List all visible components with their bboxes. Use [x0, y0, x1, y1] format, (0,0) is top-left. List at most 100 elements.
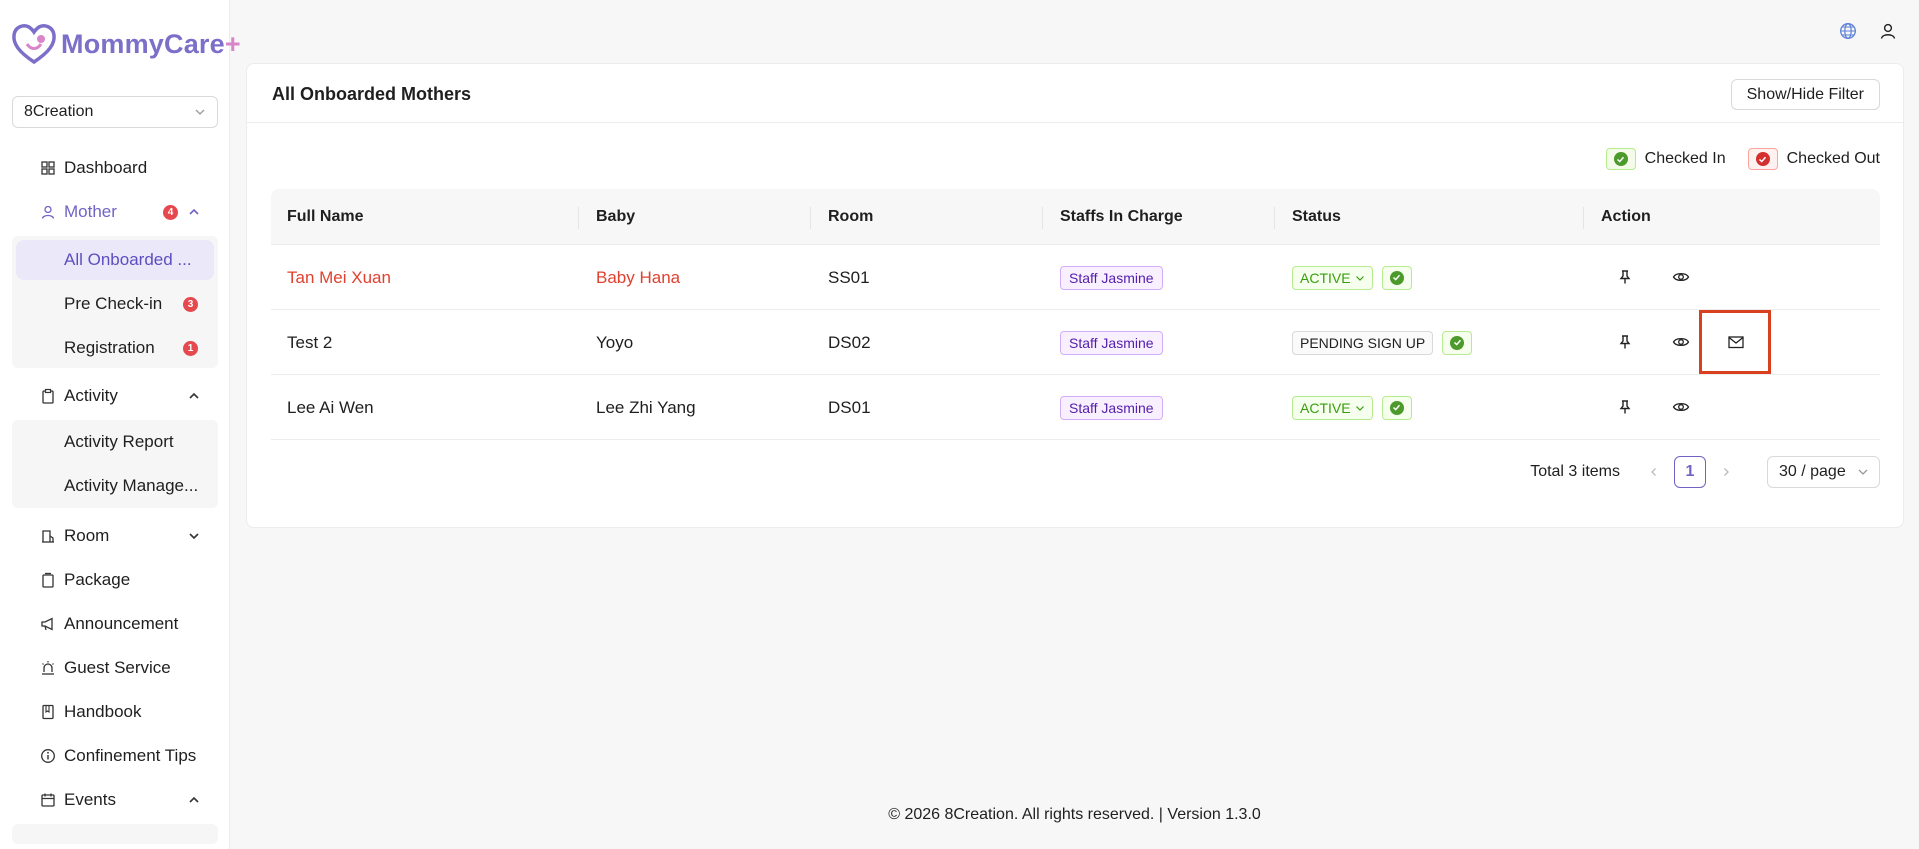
mother-name-link[interactable]: Test 2 — [271, 310, 332, 375]
column-divider — [810, 207, 811, 229]
baby-name-link[interactable]: Yoyo — [580, 310, 633, 375]
checked-out-swatch — [1747, 148, 1778, 170]
column-header-baby[interactable]: Baby — [580, 189, 635, 245]
org-select-value: 8Creation — [24, 103, 94, 120]
column-header-full-name[interactable]: Full Name — [271, 189, 363, 245]
chevron-down-icon — [1355, 275, 1364, 281]
pin-icon[interactable] — [1616, 398, 1634, 416]
check-circle-icon — [1389, 400, 1404, 415]
book-icon — [42, 704, 54, 720]
mother-name-link[interactable]: Tan Mei Xuan — [271, 245, 391, 310]
column-divider — [578, 207, 579, 229]
show-hide-filter-button[interactable]: Show/Hide Filter — [1730, 79, 1880, 110]
page-button[interactable]: 1 — [1674, 456, 1706, 488]
pin-icon[interactable] — [1616, 268, 1634, 286]
chevron-down-icon — [1355, 405, 1364, 411]
room-icon — [42, 530, 54, 543]
sidebar-item-label: Handbook — [64, 702, 142, 721]
mail-icon[interactable] — [1727, 333, 1745, 351]
chevron-up-icon — [189, 392, 199, 399]
mother-name-link[interactable]: Lee Ai Wen — [271, 375, 374, 440]
eye-icon[interactable] — [1672, 398, 1690, 416]
mother-submenu: All Onboarded ... Pre Check-in 3 Registr… — [12, 236, 218, 368]
org-select[interactable]: 8Creation — [12, 96, 218, 128]
globe-icon[interactable] — [1839, 22, 1857, 40]
sidebar-item-label: Announcement — [64, 614, 179, 633]
pre-check-in-badge: 3 — [183, 296, 198, 312]
status-label: ACTIVE — [1300, 399, 1351, 416]
table-row: Test 2 Yoyo DS02 Staff Jasmine PENDING S… — [271, 310, 1880, 375]
logo-heart-icon — [12, 24, 56, 65]
events-submenu — [12, 824, 218, 844]
sidebar-item-package[interactable]: Package — [12, 560, 218, 600]
sidebar-item-pre-check-in[interactable]: Pre Check-in 3 — [16, 284, 214, 324]
sidebar-item-activity-report[interactable]: Activity Report — [16, 422, 214, 462]
column-header-room[interactable]: Room — [812, 189, 873, 245]
baby-name-link[interactable]: Baby Hana — [580, 245, 680, 310]
calendar-icon — [41, 793, 55, 807]
sidebar-item-announcement[interactable]: Announcement — [12, 604, 218, 644]
eye-icon[interactable] — [1672, 333, 1690, 351]
eye-icon[interactable] — [1672, 268, 1690, 286]
sidebar-item-confinement-tips[interactable]: Confinement Tips — [12, 736, 218, 776]
activity-submenu: Activity Report Activity Manage... — [12, 420, 218, 508]
check-circle-icon — [1755, 152, 1770, 166]
sidebar-item-activity-management[interactable]: Activity Manage... — [16, 466, 214, 506]
legend-checked-in: Checked In — [1605, 148, 1726, 170]
staff-cell: Staff Jasmine — [1044, 310, 1163, 375]
sidebar-item-label: Events — [64, 790, 116, 809]
check-circle-icon — [1389, 270, 1404, 285]
staff-tag[interactable]: Staff Jasmine — [1060, 330, 1163, 355]
app-name: MommyCare+ — [61, 28, 241, 59]
staff-tag[interactable]: Staff Jasmine — [1060, 395, 1163, 420]
checked-in-toggle[interactable] — [1381, 265, 1412, 290]
footer-copyright: © 2026 8Creation. All rights reserved. |… — [888, 806, 1261, 823]
staff-tag[interactable]: Staff Jasmine — [1060, 265, 1163, 290]
page-size-select[interactable]: 30 / page — [1767, 456, 1880, 488]
column-divider — [1042, 207, 1043, 229]
checked-in-toggle[interactable] — [1381, 395, 1412, 420]
sidebar-item-label: Confinement Tips — [64, 746, 197, 765]
chevron-up-icon — [189, 208, 199, 215]
megaphone-icon — [41, 617, 53, 631]
status-cell: ACTIVE — [1276, 375, 1412, 440]
sidebar-item-room[interactable]: Room — [12, 516, 218, 556]
mothers-card: All Onboarded Mothers Show/Hide Filter C… — [246, 63, 1904, 528]
sidebar-item-guest-service[interactable]: Guest Service — [12, 648, 218, 688]
column-header-staffs[interactable]: Staffs In Charge — [1044, 189, 1183, 245]
sidebar-item-label: Mother — [64, 202, 117, 221]
sidebar-item-mother[interactable]: Mother 4 — [12, 192, 218, 232]
sidebar-item-label: All Onboarded ... — [64, 250, 192, 269]
sidebar-item-label: Activity — [64, 386, 118, 405]
sidebar-item-handbook[interactable]: Handbook — [12, 692, 218, 732]
status-dropdown[interactable]: ACTIVE — [1292, 395, 1373, 420]
sidebar-item-events[interactable]: Events — [12, 780, 218, 820]
next-page-button[interactable] — [1713, 459, 1739, 485]
chevron-down-icon — [189, 533, 199, 540]
baby-name-link[interactable]: Lee Zhi Yang — [580, 375, 696, 440]
sidebar-item-activity[interactable]: Activity — [12, 376, 218, 416]
legend-label: Checked In — [1644, 150, 1726, 167]
user-icon — [41, 205, 55, 219]
status-cell: ACTIVE — [1276, 245, 1412, 310]
room-cell: SS01 — [828, 267, 870, 287]
table-header: Full Name Baby Room Staffs In Charge Sta… — [271, 189, 1880, 245]
staff-cell: Staff Jasmine — [1044, 375, 1163, 440]
pin-icon[interactable] — [1616, 333, 1634, 351]
room-cell: DS01 — [828, 397, 871, 417]
sidebar-item-label: Room — [64, 526, 110, 545]
app-logo[interactable]: MommyCare+ — [11, 22, 241, 66]
status-tag: PENDING SIGN UP — [1292, 330, 1434, 355]
column-divider — [1583, 207, 1584, 229]
status-dropdown[interactable]: ACTIVE — [1292, 265, 1373, 290]
prev-page-button[interactable] — [1641, 459, 1667, 485]
column-header-status[interactable]: Status — [1276, 189, 1341, 245]
user-icon[interactable] — [1879, 22, 1897, 40]
sidebar-item-registration[interactable]: Registration 1 — [16, 328, 214, 368]
chevron-down-icon — [195, 109, 205, 115]
sidebar-item-dashboard[interactable]: Dashboard — [12, 148, 218, 188]
legend-checked-out: Checked Out — [1747, 148, 1880, 170]
card-header: All Onboarded Mothers Show/Hide Filter — [247, 64, 1903, 123]
sidebar-item-all-onboarded[interactable]: All Onboarded ... — [16, 240, 214, 280]
checked-in-toggle[interactable] — [1442, 330, 1473, 355]
